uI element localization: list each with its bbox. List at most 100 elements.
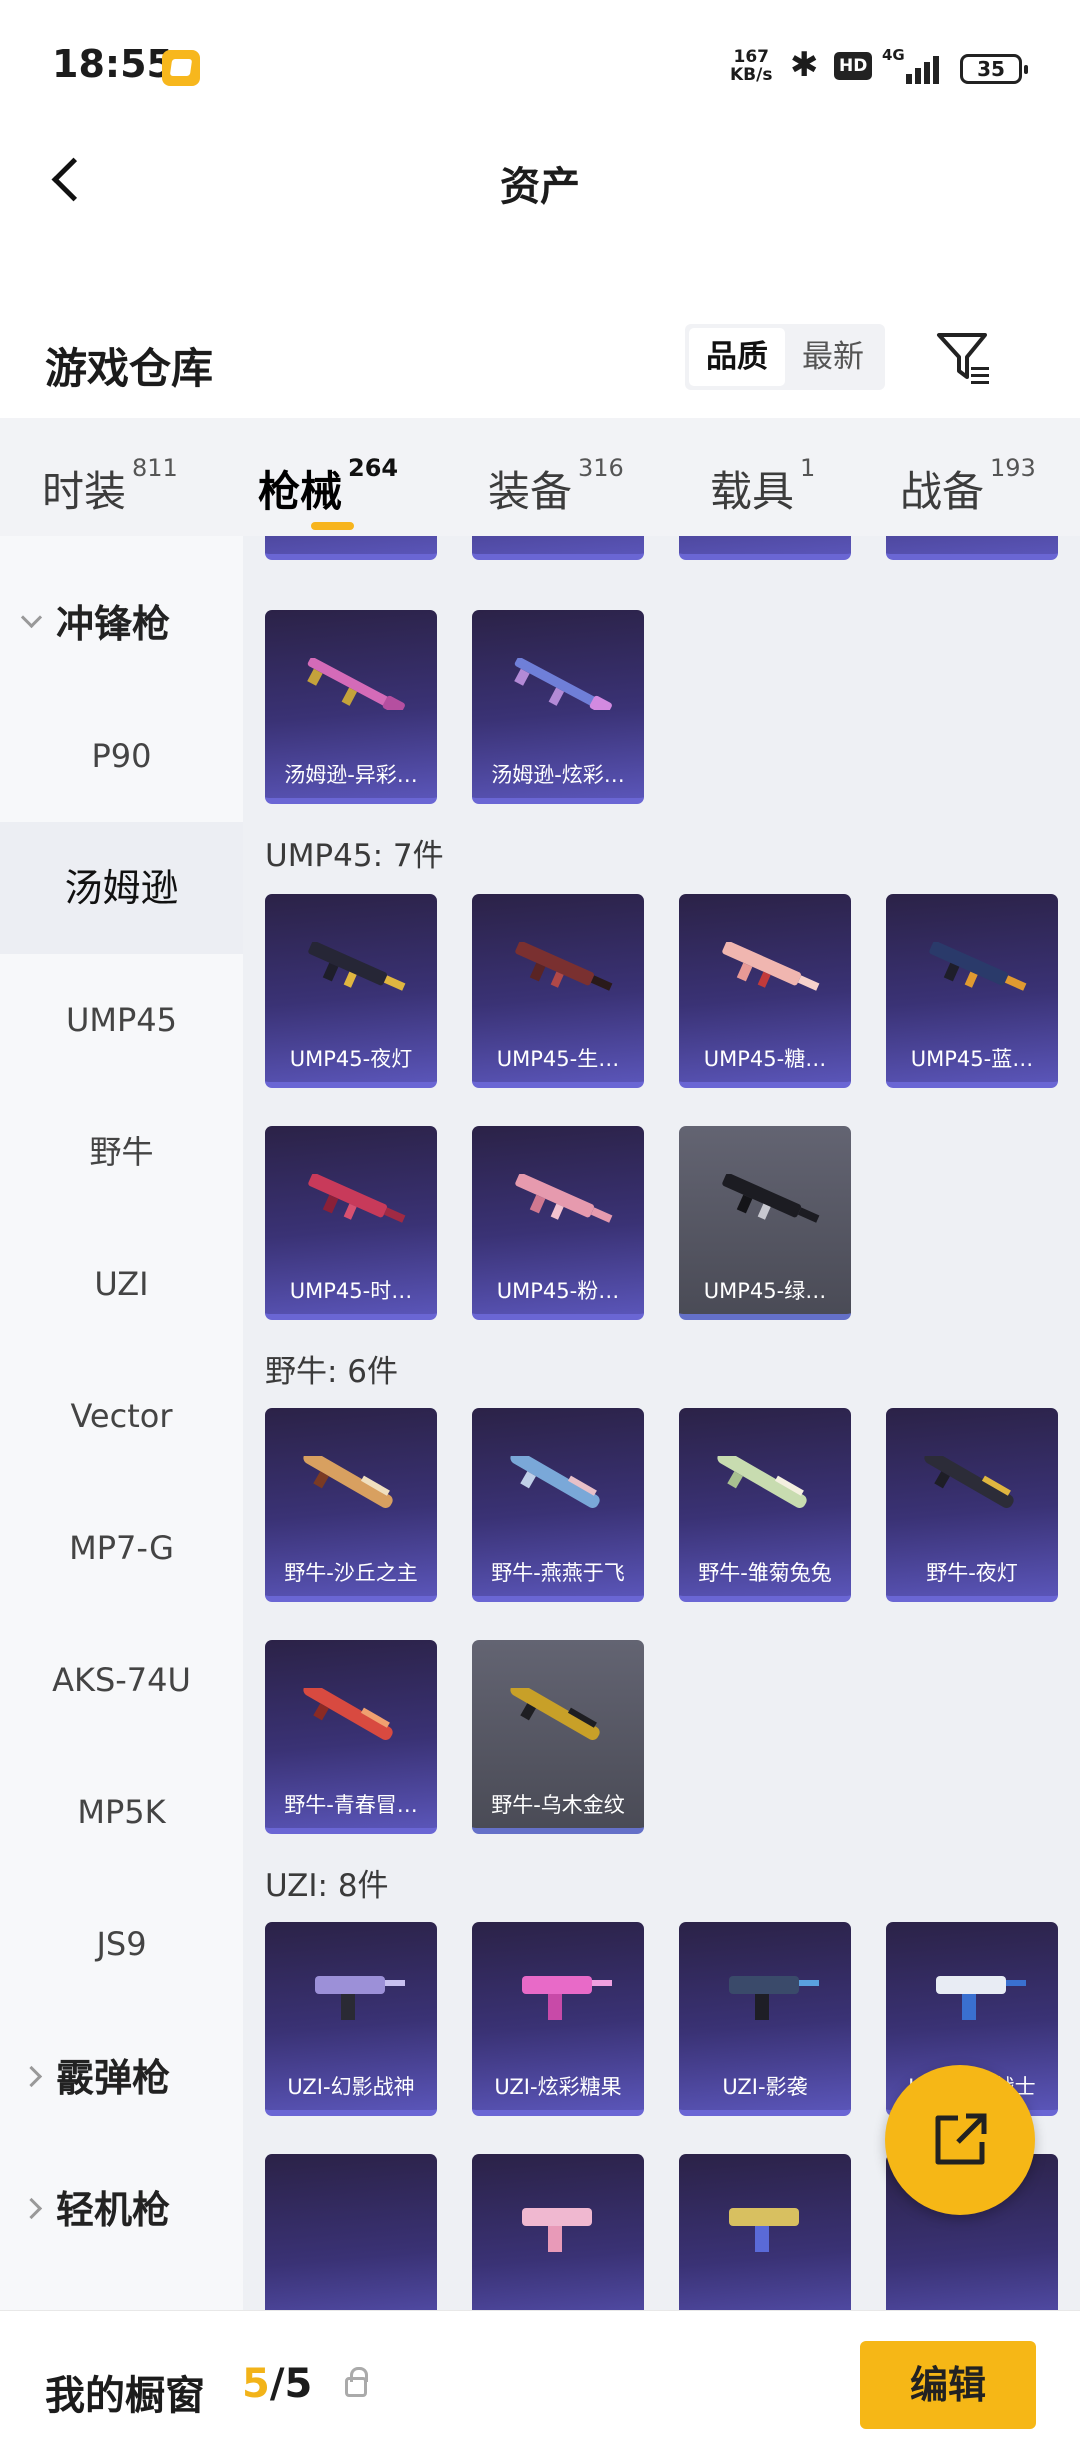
screen: 18:55 167 KB/s ✱ HD 4G 35 资产 游戏仓库 品质 最新 时…	[0, 0, 1080, 2460]
tab-vehicles-count: 1	[800, 454, 816, 482]
item-card[interactable]: 野牛-夜灯	[886, 1408, 1058, 1602]
bizon-skin-icon	[510, 1456, 600, 1508]
section-header: 野牛: 6件	[265, 1354, 399, 1390]
tab-vehicles[interactable]: 载具 1	[710, 454, 815, 519]
tab-supplies-label: 战备	[900, 467, 985, 516]
sidebar-item-js9[interactable]: JS9	[0, 1878, 243, 2010]
item-name: UMP45-糖…	[703, 1047, 827, 1071]
showcase-bar: 我的橱窗 5/5 编辑	[0, 2310, 1080, 2460]
tab-equipment-count: 316	[578, 454, 624, 482]
item-name: UZI-幻影战神	[287, 2075, 415, 2099]
sidebar-item-smg[interactable]: 冲锋枪	[0, 558, 243, 690]
hd-badge: HD	[834, 52, 873, 80]
item-card[interactable]: UMP45-粉…	[472, 1126, 644, 1320]
network-speed-unit: KB/s	[730, 65, 773, 85]
ump45-skin-icon	[308, 942, 406, 991]
section-header: UZI: 8件	[265, 1868, 389, 1904]
bluetooth-icon: ✱	[790, 45, 819, 85]
tab-vehicles-label: 载具	[710, 467, 795, 516]
item-card[interactable]: UMP45-蓝…	[886, 894, 1058, 1088]
item-card[interactable]: UMP45-时…	[265, 1126, 437, 1320]
item-card[interactable]: UMP45-生…	[472, 894, 644, 1088]
uzi-skin-icon	[729, 2208, 799, 2252]
sidebar-item-bizon[interactable]: 野牛	[0, 1086, 243, 1218]
item-name: UZI-影袭	[722, 2075, 808, 2099]
filter-button[interactable]	[935, 329, 993, 387]
tab-firearms[interactable]: 枪械 264	[258, 454, 398, 519]
tab-fashion[interactable]: 时装 811	[42, 454, 178, 519]
item-card[interactable]	[265, 2154, 437, 2310]
item-name: 野牛-青春冒…	[284, 1793, 418, 1817]
item-card[interactable]	[265, 536, 437, 560]
item-card[interactable]: 野牛-乌木金纹	[472, 1640, 644, 1834]
uzi-skin-icon	[522, 1976, 612, 2020]
cellular-signal-icon: 4G	[882, 46, 950, 86]
share-fab[interactable]	[885, 2065, 1035, 2215]
sidebar-item-p90[interactable]: P90	[0, 690, 243, 822]
uzi-skin-icon	[315, 1976, 405, 2020]
showcase-count: 5/5	[242, 2361, 312, 2407]
sidebar-item-mp5k[interactable]: MP5K	[0, 1746, 243, 1878]
network-speed: 167 KB/s	[730, 48, 772, 84]
item-card[interactable]: UMP45-绿…	[679, 1126, 851, 1320]
tab-supplies[interactable]: 战备 193	[900, 454, 1036, 519]
item-card[interactable]	[679, 2154, 851, 2310]
item-name: UMP45-夜灯	[289, 1047, 413, 1071]
item-name: 野牛-夜灯	[926, 1561, 1018, 1585]
item-card[interactable]: 汤姆逊-异彩…	[265, 610, 437, 804]
item-card[interactable]: 野牛-燕燕于飞	[472, 1408, 644, 1602]
tab-fashion-count: 811	[132, 454, 178, 482]
item-card[interactable]: UMP45-糖…	[679, 894, 851, 1088]
showcase-total: /5	[269, 2361, 313, 2407]
sidebar-item-thompson[interactable]: 汤姆逊	[0, 822, 243, 954]
showcase-title: 我的橱窗	[45, 2373, 205, 2419]
lock-icon	[345, 2367, 368, 2397]
uzi-skin-icon	[522, 2208, 592, 2252]
sidebar-item-aks74u[interactable]: AKS-74U	[0, 1614, 243, 1746]
item-card[interactable]: 野牛-雏菊兔兔	[679, 1408, 851, 1602]
sort-toggle: 品质 最新	[685, 324, 885, 390]
sidebar-item-vector[interactable]: Vector	[0, 1350, 243, 1482]
ump45-skin-icon	[515, 1174, 613, 1223]
tab-firearms-count: 264	[348, 454, 399, 482]
item-name: UMP45-时…	[289, 1279, 413, 1303]
tab-equipment[interactable]: 装备 316	[488, 454, 624, 519]
item-card[interactable]: UZI-影袭	[679, 1922, 851, 2116]
item-card[interactable]: 野牛-青春冒…	[265, 1640, 437, 1834]
network-type: 4G	[882, 46, 905, 64]
sort-quality-button[interactable]: 品质	[689, 328, 785, 386]
item-name: 野牛-雏菊兔兔	[698, 1561, 832, 1585]
sort-latest-button[interactable]: 最新	[785, 328, 881, 386]
sidebar-item-ump45[interactable]: UMP45	[0, 954, 243, 1086]
item-card[interactable]: UZI-幻影战神	[265, 1922, 437, 2116]
edit-button[interactable]: 编辑	[860, 2341, 1036, 2429]
battery-level: 35	[977, 57, 1005, 81]
item-card[interactable]	[472, 536, 644, 560]
item-grid: 汤姆逊-异彩… 汤姆逊-炫彩… UMP45: 7件 UMP45-夜灯 UMP45…	[243, 536, 1080, 2310]
item-card[interactable]	[679, 536, 851, 560]
status-time: 18:55	[52, 42, 173, 86]
bizon-skin-icon	[303, 1688, 393, 1740]
tab-equipment-label: 装备	[488, 467, 573, 516]
item-name: 汤姆逊-炫彩…	[491, 763, 625, 787]
item-card[interactable]: 汤姆逊-炫彩…	[472, 610, 644, 804]
uzi-skin-icon	[729, 1976, 819, 2020]
top-app-bar: 资产	[0, 130, 1080, 230]
item-card[interactable]: UZI-炫彩糖果	[472, 1922, 644, 2116]
item-card[interactable]: 野牛-沙丘之主	[265, 1408, 437, 1602]
sidebar-item-lmg[interactable]: 轻机枪	[0, 2144, 243, 2276]
sidebar-item-uzi[interactable]: UZI	[0, 1218, 243, 1350]
tab-fashion-label: 时装	[42, 467, 127, 516]
item-card[interactable]: UMP45-夜灯	[265, 894, 437, 1088]
active-tab-indicator	[311, 522, 354, 530]
ump45-skin-icon	[929, 942, 1027, 991]
item-card[interactable]	[886, 536, 1058, 560]
page-title: 资产	[500, 164, 580, 210]
sidebar-item-shotgun[interactable]: 霰弹枪	[0, 2012, 243, 2144]
item-card[interactable]	[472, 2154, 644, 2310]
item-name: UMP45-粉…	[496, 1279, 620, 1303]
item-name: UZI-炫彩糖果	[494, 2075, 622, 2099]
item-name: UMP45-蓝…	[910, 1047, 1034, 1071]
sidebar-item-mp7g[interactable]: MP7-G	[0, 1482, 243, 1614]
warehouse-header: 游戏仓库 品质 最新	[0, 315, 1080, 405]
